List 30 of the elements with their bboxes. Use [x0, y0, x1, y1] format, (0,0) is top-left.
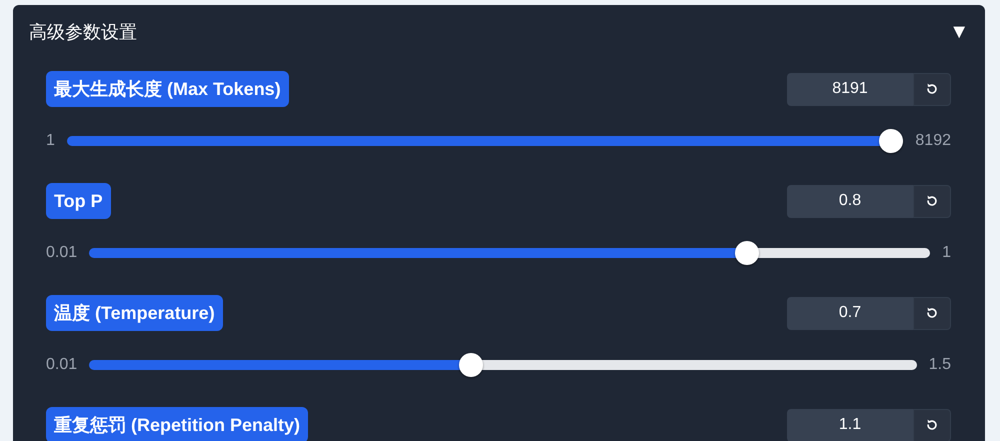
min-value: 1: [46, 131, 55, 151]
max-value: 1: [942, 243, 951, 263]
parameter-label: Top P: [46, 183, 111, 219]
slider[interactable]: [89, 353, 917, 377]
reset-icon: [925, 82, 939, 96]
max-value: 8192: [915, 131, 951, 151]
value-input[interactable]: 8191: [787, 72, 913, 106]
slider[interactable]: [66, 129, 904, 153]
parameter-label: 最大生成长度 (Max Tokens): [46, 71, 289, 107]
value-input[interactable]: 0.7: [787, 296, 913, 330]
reset-button[interactable]: [913, 408, 951, 441]
slider-thumb[interactable]: [734, 241, 759, 265]
min-value: 0.01: [46, 355, 78, 375]
parameter-label: 温度 (Temperature): [46, 295, 223, 331]
panel-title: 高级参数设置: [29, 20, 137, 44]
collapse-toggle[interactable]: ▼: [949, 22, 969, 42]
value-input[interactable]: 1.1: [787, 408, 913, 441]
slider[interactable]: [89, 241, 930, 265]
slider-thumb[interactable]: [879, 129, 904, 153]
reset-button[interactable]: [913, 184, 951, 218]
reset-icon: [925, 418, 939, 432]
slider-thumb[interactable]: [458, 353, 483, 377]
parameter-label: 重复惩罚 (Repetition Penalty): [46, 407, 308, 441]
max-value: 1.5: [928, 355, 951, 375]
reset-button[interactable]: [913, 296, 951, 330]
value-input[interactable]: 0.8: [787, 184, 913, 218]
reset-icon: [925, 194, 939, 208]
reset-icon: [925, 306, 939, 320]
reset-button[interactable]: [913, 72, 951, 106]
min-value: 0.01: [46, 243, 78, 263]
